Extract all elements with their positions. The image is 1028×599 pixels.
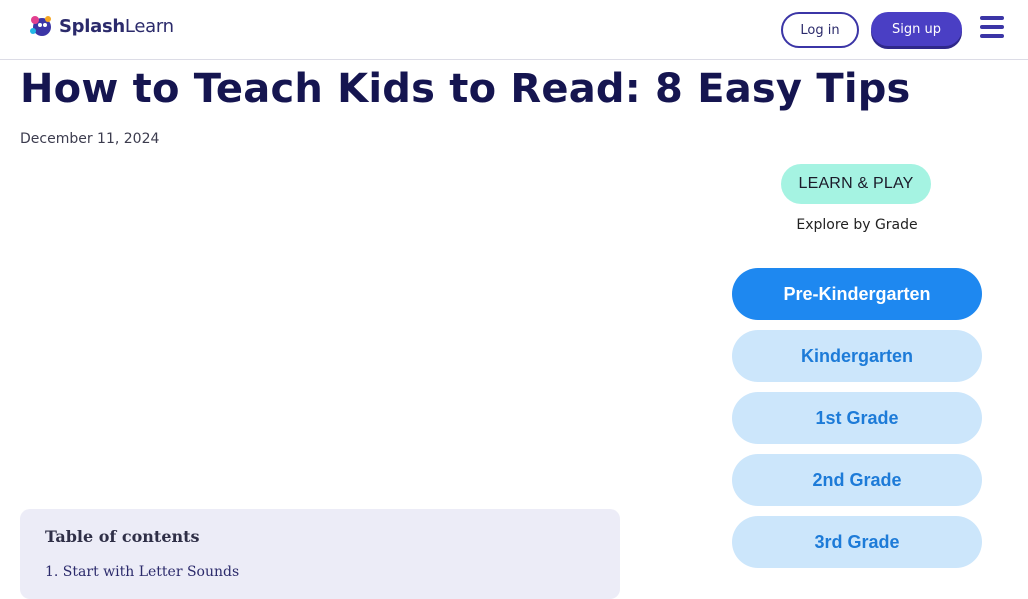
table-of-contents: Table of contents 1. Start with Letter S… bbox=[20, 509, 620, 599]
grade-button-3rd-grade[interactable]: 3rd Grade bbox=[732, 516, 982, 568]
grade-button-1st-grade[interactable]: 1st Grade bbox=[732, 392, 982, 444]
grade-button-kindergarten[interactable]: Kindergarten bbox=[732, 330, 982, 382]
publish-date: December 11, 2024 bbox=[20, 131, 160, 147]
login-button[interactable]: Log in bbox=[781, 12, 859, 48]
grade-button-pre-kindergarten[interactable]: Pre-Kindergarten bbox=[732, 268, 982, 320]
learn-and-play-badge: LEARN & PLAY bbox=[781, 164, 931, 204]
splashlearn-mascot-icon bbox=[30, 16, 51, 36]
site-header: SplashLearn Log in Sign up bbox=[0, 0, 1028, 60]
logo-text-light: Learn bbox=[124, 15, 174, 37]
splashlearn-logo[interactable]: SplashLearn bbox=[28, 12, 174, 40]
page-title: How to Teach Kids to Read: 8 Easy Tips bbox=[20, 66, 911, 112]
logo-text-bold: Splash bbox=[59, 15, 125, 37]
toc-title: Table of contents bbox=[45, 527, 200, 546]
signup-button[interactable]: Sign up bbox=[871, 12, 962, 46]
hamburger-menu-icon[interactable] bbox=[980, 16, 1004, 38]
logo-text: SplashLearn bbox=[59, 16, 174, 37]
explore-by-grade-label: Explore by Grade bbox=[796, 217, 918, 233]
grade-button-2nd-grade[interactable]: 2nd Grade bbox=[732, 454, 982, 506]
